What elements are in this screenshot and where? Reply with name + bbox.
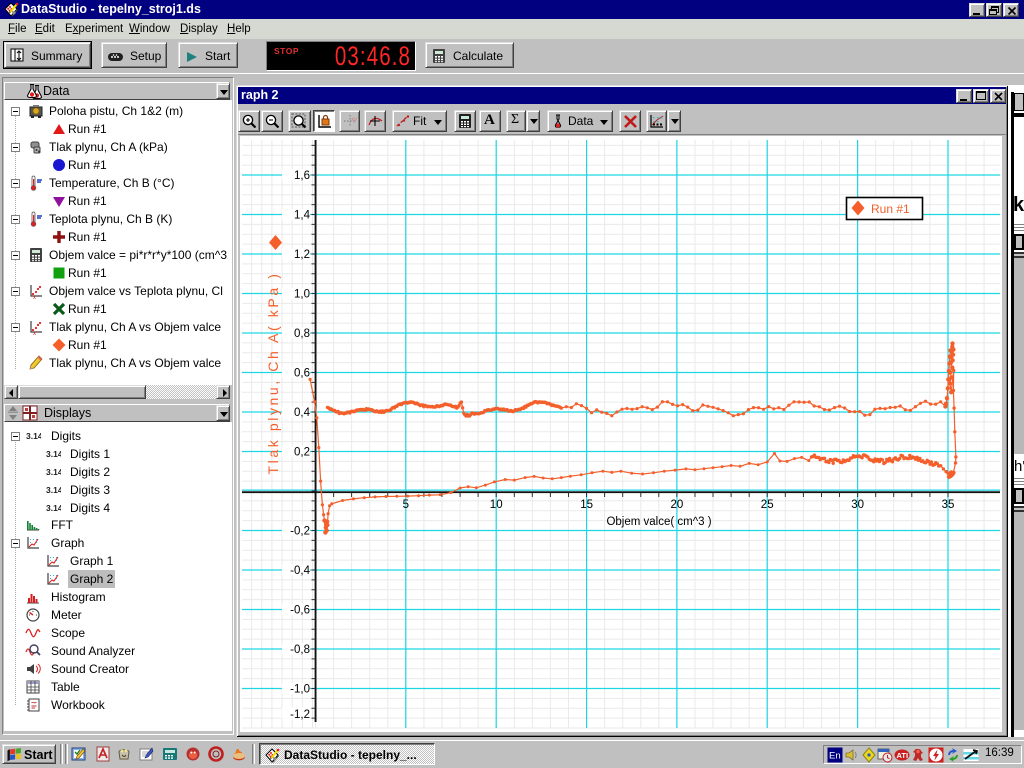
svg-text:20: 20 [671,499,684,511]
svg-text:-0,2: -0,2 [290,526,310,538]
svg-text:-1,0: -1,0 [290,684,310,696]
svg-text:3.14: 3.14 [46,503,61,513]
svg-text:xy: xy [350,117,358,123]
svg-text:1,0: 1,0 [294,289,310,301]
svg-text:-0,4: -0,4 [290,565,310,577]
svg-text:Tlak plynu, Ch A( kPa ): Tlak plynu, Ch A( kPa ) [265,272,281,475]
svg-text:-0,6: -0,6 [290,605,310,617]
svg-text:Run #1: Run #1 [871,202,910,216]
svg-text:1,4: 1,4 [294,210,311,222]
svg-text:En: En [829,751,841,762]
svg-text:1,6: 1,6 [294,170,310,182]
svg-text:3.14: 3.14 [46,467,61,477]
svg-text:x: x [33,331,36,335]
svg-text:0,4: 0,4 [294,407,311,419]
svg-text:35: 35 [942,499,955,511]
svg-text:3.14: 3.14 [46,485,61,495]
svg-text:15: 15 [580,499,593,511]
svg-text:ATI: ATI [897,751,909,760]
svg-text:-0,8: -0,8 [290,644,310,656]
svg-text:3.14: 3.14 [46,449,61,459]
svg-text:3.14: 3.14 [26,431,41,441]
svg-text:30: 30 [851,499,864,511]
svg-text:0,6: 0,6 [294,368,310,380]
svg-text:-1,2: -1,2 [290,709,310,721]
svg-text:0,2: 0,2 [294,447,310,459]
svg-text:1,2: 1,2 [294,249,310,261]
svg-text:10: 10 [490,499,503,511]
svg-text:25: 25 [761,499,774,511]
svg-text:Objem valce( cm^3 ): Objem valce( cm^3 ) [606,516,711,528]
svg-text:0,8: 0,8 [294,328,310,340]
svg-text:5: 5 [403,499,409,511]
svg-text:x: x [33,295,36,299]
